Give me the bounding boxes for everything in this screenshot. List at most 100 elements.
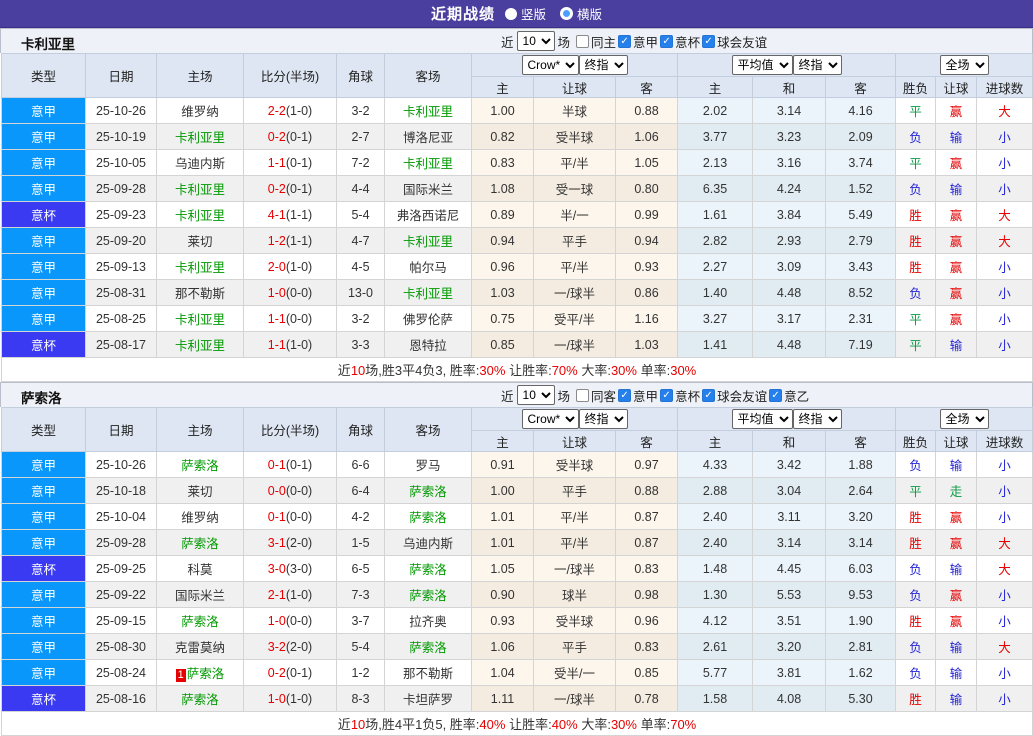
match-type-cell: 意甲 <box>2 254 86 280</box>
match-type-cell: 意杯 <box>2 202 86 228</box>
europe-draw-odds-cell: 3.17 <box>753 306 826 332</box>
column-header: 比分(半场) <box>244 54 337 98</box>
handicap-result-cell: 赢 <box>936 504 977 530</box>
home-team-cell: 萨索洛 <box>157 530 244 556</box>
home-team-cell: 维罗纳 <box>157 98 244 124</box>
goals-result-cell: 大 <box>977 98 1033 124</box>
europe-away-odds-cell: 6.03 <box>826 556 896 582</box>
away-team-cell: 博洛尼亚 <box>385 124 472 150</box>
checkbox-checked-icon[interactable]: ✓ <box>660 389 673 402</box>
horizontal-layout-radio[interactable]: 横版 <box>560 4 602 23</box>
away-team-cell: 萨索洛 <box>385 582 472 608</box>
asia-company-select[interactable]: Crow* <box>522 409 579 429</box>
europe-home-odds-cell: 4.33 <box>678 452 753 478</box>
asia-handicap-cell: 平/半 <box>534 530 616 556</box>
corner-cell: 6-5 <box>337 556 385 582</box>
corner-cell: 4-5 <box>337 254 385 280</box>
handicap-result-cell: 赢 <box>936 98 977 124</box>
corner-cell: 5-4 <box>337 202 385 228</box>
home-team-cell: 卡利亚里 <box>157 306 244 332</box>
home-team-cell: 萨索洛 <box>157 686 244 712</box>
score-cell: 4-1(1-1) <box>244 202 337 228</box>
column-header: 类型 <box>2 408 86 452</box>
europe-away-odds-cell: 3.43 <box>826 254 896 280</box>
score-cell: 1-2(1-1) <box>244 228 337 254</box>
asia-type-select[interactable]: 终指 <box>579 55 628 75</box>
europe-home-odds-cell: 4.12 <box>678 608 753 634</box>
checkbox-checked-icon[interactable]: ✓ <box>702 389 715 402</box>
away-team-cell: 卡坦萨罗 <box>385 686 472 712</box>
date-cell: 25-09-25 <box>86 556 157 582</box>
scope-select[interactable]: 全场 <box>940 409 989 429</box>
match-type-cell: 意甲 <box>2 608 86 634</box>
goals-result-cell: 小 <box>977 306 1033 332</box>
europe-away-odds-cell: 2.64 <box>826 478 896 504</box>
europe-away-odds-cell: 2.81 <box>826 634 896 660</box>
scope-select-cell: 全场 <box>896 408 1033 431</box>
europe-away-odds-cell: 3.74 <box>826 150 896 176</box>
europe-away-odds-cell: 1.88 <box>826 452 896 478</box>
corner-cell: 1-2 <box>337 660 385 686</box>
result-cell: 平 <box>896 478 936 504</box>
checkbox-checked-icon[interactable]: ✓ <box>618 35 631 48</box>
asia-away-odds-cell: 0.78 <box>616 686 678 712</box>
asia-away-odds-cell: 0.94 <box>616 228 678 254</box>
europe-company-select[interactable]: 平均值 <box>732 409 793 429</box>
sub-column-header: 客 <box>826 77 896 98</box>
score-cell: 3-2(2-0) <box>244 634 337 660</box>
recent-games-select[interactable]: 10 <box>517 385 555 405</box>
goals-result-cell: 小 <box>977 176 1033 202</box>
europe-home-odds-cell: 1.58 <box>678 686 753 712</box>
date-cell: 25-10-18 <box>86 478 157 504</box>
corner-cell: 4-2 <box>337 504 385 530</box>
checkbox-unchecked-icon[interactable] <box>576 35 589 48</box>
sub-column-header: 让球 <box>534 77 616 98</box>
vertical-layout-radio[interactable]: 竖版 <box>505 4 546 23</box>
result-cell: 胜 <box>896 504 936 530</box>
asia-handicap-cell: 半球 <box>534 98 616 124</box>
asia-type-select[interactable]: 终指 <box>579 409 628 429</box>
europe-type-select[interactable]: 终指 <box>793 409 842 429</box>
europe-company-select[interactable]: 平均值 <box>732 55 793 75</box>
match-type-cell: 意甲 <box>2 582 86 608</box>
asia-handicap-cell: 平手 <box>534 478 616 504</box>
checkbox-checked-icon[interactable]: ✓ <box>660 35 673 48</box>
corner-cell: 6-6 <box>337 452 385 478</box>
europe-type-select[interactable]: 终指 <box>793 55 842 75</box>
asia-handicap-cell: 受一球 <box>534 176 616 202</box>
match-row: 意甲25-09-15萨索洛1-0(0-0)3-7拉齐奥0.93受半球0.964.… <box>2 608 1033 634</box>
away-team-cell: 卡利亚里 <box>385 280 472 306</box>
checkbox-checked-icon[interactable]: ✓ <box>769 389 782 402</box>
date-cell: 25-09-23 <box>86 202 157 228</box>
corner-cell: 2-7 <box>337 124 385 150</box>
home-team-cell: 萨索洛 <box>157 452 244 478</box>
date-cell: 25-10-26 <box>86 98 157 124</box>
europe-home-odds-cell: 1.41 <box>678 332 753 358</box>
sub-column-header: 主 <box>678 431 753 452</box>
radio-selected-icon <box>505 8 517 20</box>
scope-select-cell: 全场 <box>896 54 1033 77</box>
goals-result-cell: 小 <box>977 504 1033 530</box>
goals-result-cell: 大 <box>977 228 1033 254</box>
scope-select[interactable]: 全场 <box>940 55 989 75</box>
handicap-result-cell: 输 <box>936 686 977 712</box>
score-cell: 0-0(0-0) <box>244 478 337 504</box>
europe-home-odds-cell: 2.82 <box>678 228 753 254</box>
column-header: 角球 <box>337 54 385 98</box>
league-filter-label: 意甲 <box>633 386 658 405</box>
asia-away-odds-cell: 0.83 <box>616 556 678 582</box>
europe-away-odds-cell: 3.14 <box>826 530 896 556</box>
checkbox-unchecked-icon[interactable] <box>576 389 589 402</box>
checkbox-checked-icon[interactable]: ✓ <box>618 389 631 402</box>
checkbox-checked-icon[interactable]: ✓ <box>702 35 715 48</box>
handicap-result-cell: 输 <box>936 452 977 478</box>
goals-result-cell: 小 <box>977 452 1033 478</box>
europe-home-odds-cell: 2.40 <box>678 504 753 530</box>
away-team-cell: 佛罗伦萨 <box>385 306 472 332</box>
summary-text: 近10场,胜4平1负5, 胜率:40% 让胜率:40% 大率:30% 单率:70… <box>2 712 1033 736</box>
match-type-cell: 意甲 <box>2 478 86 504</box>
asia-company-select[interactable]: Crow* <box>522 55 579 75</box>
date-cell: 25-10-05 <box>86 150 157 176</box>
recent-games-select[interactable]: 10 <box>517 31 555 51</box>
sub-column-header: 主 <box>472 431 534 452</box>
